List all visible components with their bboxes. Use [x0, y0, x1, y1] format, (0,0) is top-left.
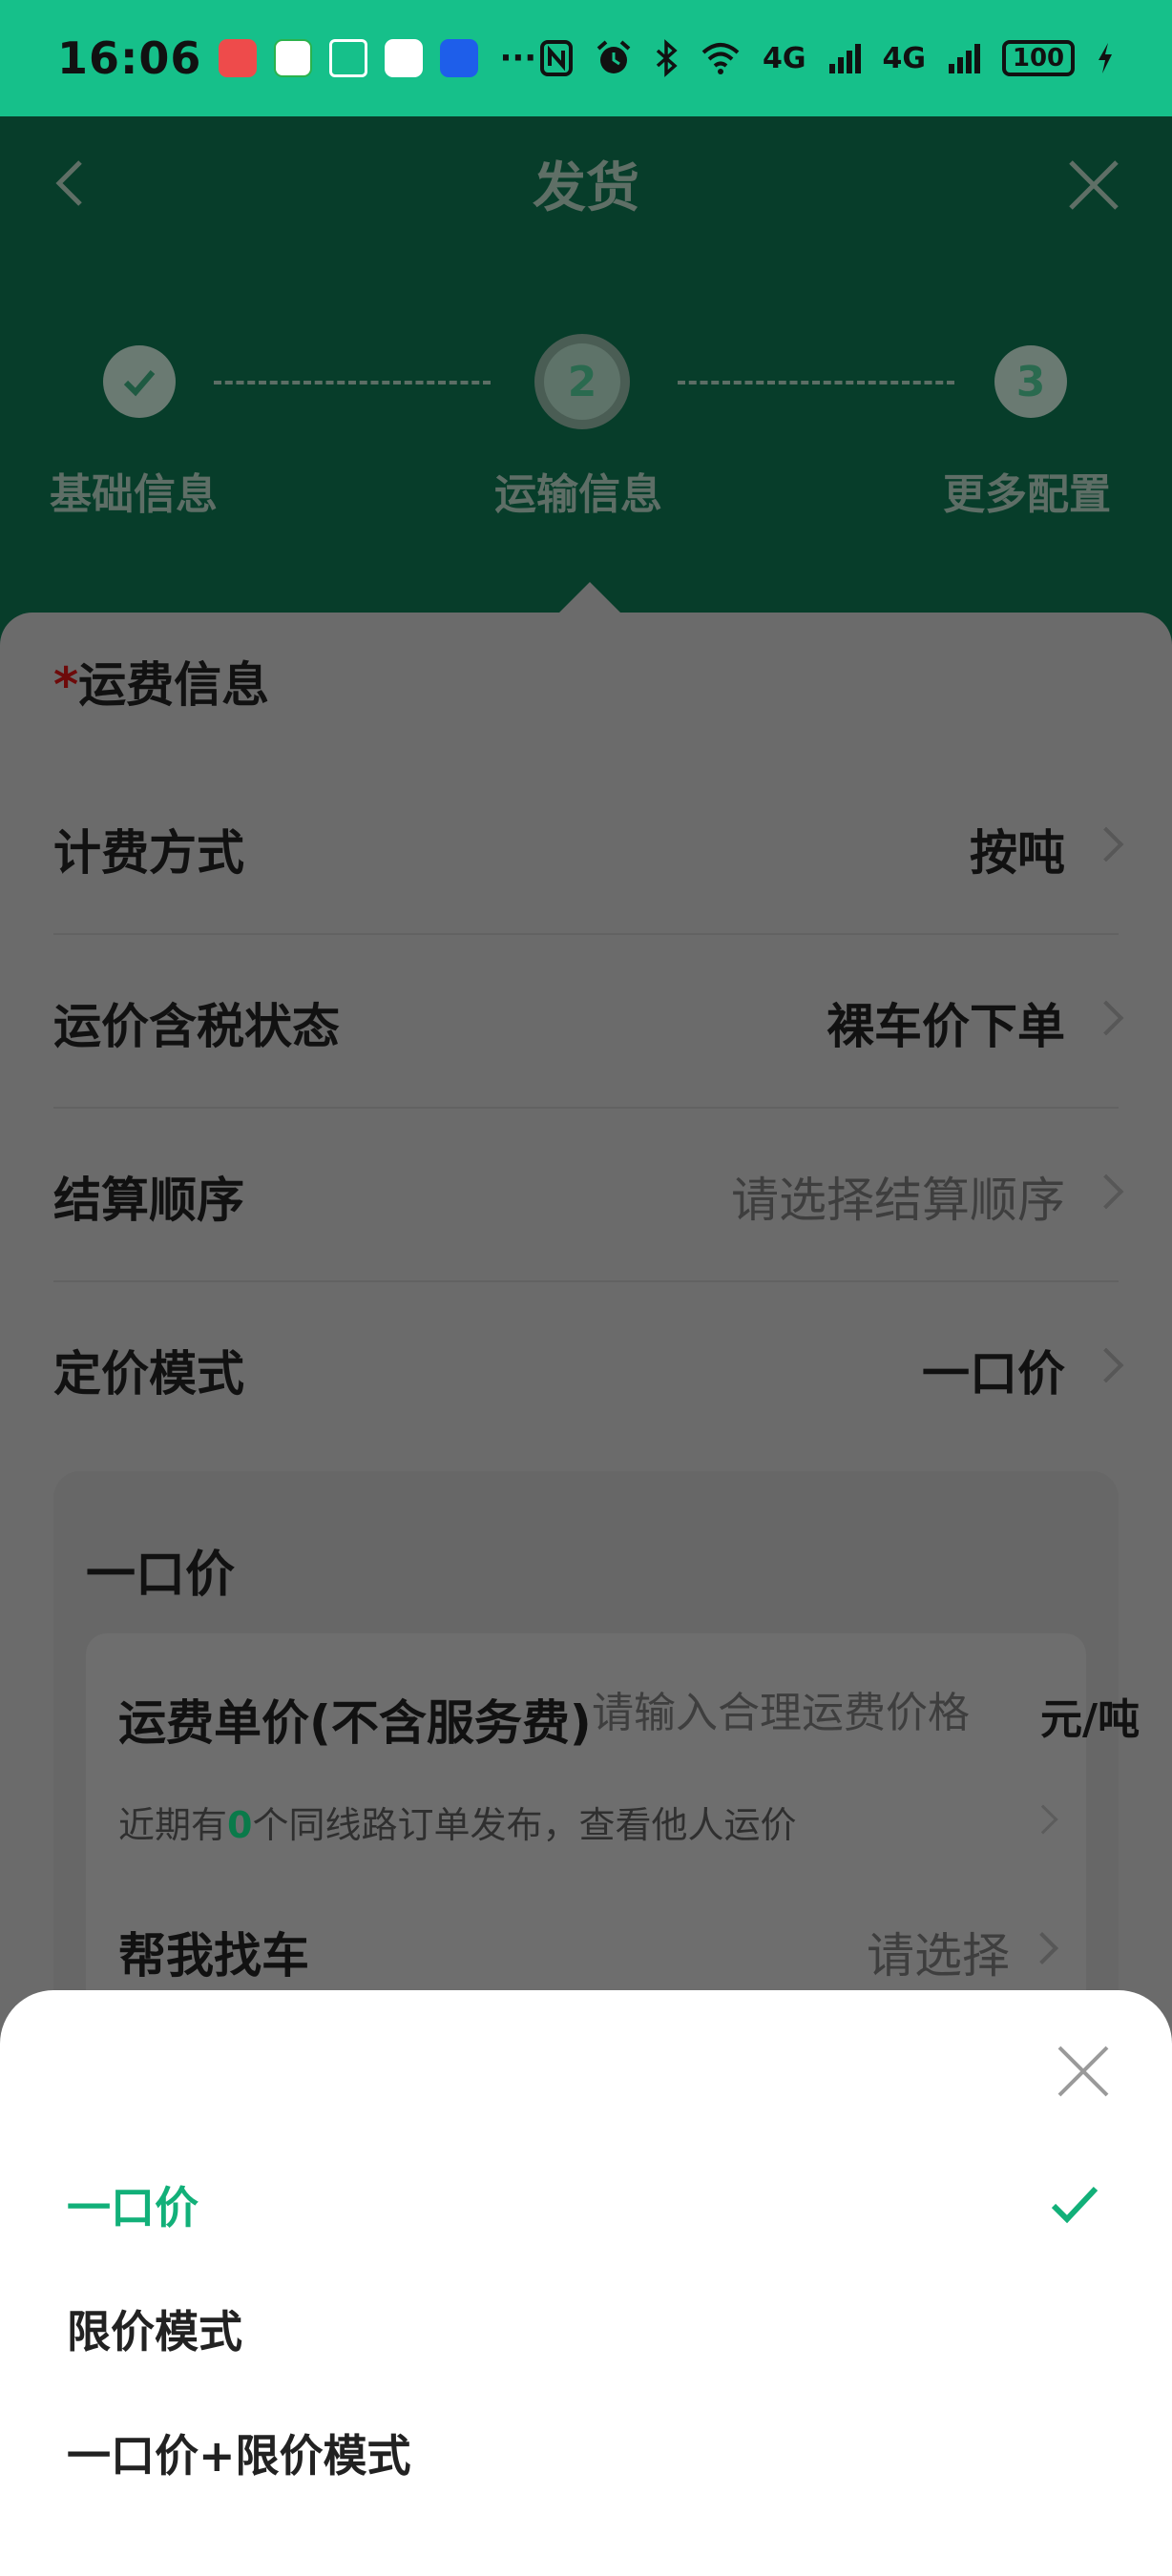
option-label: 限价模式 — [67, 2306, 242, 2358]
row-label: 运价含税状态 — [53, 999, 340, 1054]
close-icon[interactable] — [1065, 156, 1122, 214]
charging-icon — [1099, 43, 1112, 73]
hint-suffix: 个同线路订单发布，查看他人运价 — [252, 1804, 797, 1846]
step-2-active: 2 — [534, 334, 630, 429]
page-title: 发货 — [533, 157, 639, 219]
find-car-value[interactable]: 请选择 — [867, 1918, 1010, 1986]
row-label: 计费方式 — [53, 825, 244, 881]
nfc-icon — [540, 40, 573, 76]
option-label: 一口价 — [67, 2182, 199, 2233]
option-fixed-price[interactable]: 一口价 — [67, 2152, 1107, 2257]
nav-header: 发货 — [0, 116, 1172, 250]
huawei-app-icon — [219, 39, 258, 77]
wifi-icon — [701, 43, 740, 74]
price-unit: 元/吨 — [1040, 1695, 1141, 1744]
wechat-app-icon — [274, 39, 313, 77]
step-connector-2 — [678, 381, 954, 384]
bluetooth-icon — [656, 39, 678, 77]
row-tax-status[interactable]: 运价含税状态 裸车价下单 — [53, 935, 1124, 1109]
card-notch — [557, 582, 622, 614]
hint-prefix: 近期有 — [118, 1804, 228, 1846]
row-value: 按吨 — [970, 825, 1065, 881]
row-settlement-order[interactable]: 结算顺序 请选择结算顺序 — [53, 1109, 1124, 1282]
step-3-todo: 3 — [994, 345, 1067, 418]
freight-price-label: 运费单价(不含服务费) — [118, 1695, 592, 1751]
row-label: 定价模式 — [53, 1346, 244, 1402]
row-value: 一口价 — [922, 1346, 1065, 1402]
progress-stepper: 2 3 基础信息 运输信息 更多配置 — [0, 250, 1172, 613]
row-pricing-mode[interactable]: 定价模式 一口价 — [53, 1282, 1124, 1456]
chevron-right-icon — [1088, 1174, 1124, 1210]
status-right: 4G 4G 100 — [539, 39, 1115, 77]
check-icon — [1051, 2186, 1099, 2224]
option-price-limit[interactable]: 限价模式 — [67, 2276, 1107, 2381]
step-connector-1 — [214, 381, 491, 384]
ship-app-icon — [329, 39, 368, 77]
section-title: *运费信息 — [53, 647, 269, 716]
row-billing-method[interactable]: 计费方式 按吨 — [53, 761, 1124, 935]
required-mark: * — [53, 657, 79, 713]
signal-icon — [828, 44, 861, 73]
status-time: 16:06 — [57, 32, 202, 84]
step-label-basic: 基础信息 — [50, 470, 218, 519]
find-car-label: 帮我找车 — [118, 1928, 309, 1984]
signal-icon-2 — [949, 44, 980, 73]
status-bar: 16:06 ··· 4G 4G 100 — [0, 0, 1172, 116]
row-label: 结算顺序 — [53, 1173, 244, 1228]
chevron-right-icon — [1026, 1932, 1058, 1964]
network-type-1: 4G — [763, 41, 806, 75]
step-label-more: 更多配置 — [943, 470, 1111, 519]
check-icon — [123, 370, 156, 397]
chevron-right-icon — [1088, 1000, 1124, 1036]
bird-app-icon — [440, 39, 479, 77]
pricing-subcard-title: 一口价 — [86, 1547, 236, 1604]
row-value: 请选择结算顺序 — [731, 1173, 1065, 1228]
more-notifications-icon: ··· — [499, 39, 537, 77]
alarm-icon — [596, 40, 631, 73]
chevron-right-icon — [1028, 1804, 1058, 1835]
option-label: 一口价+限价模式 — [67, 2430, 411, 2482]
hint-count: 0 — [227, 1804, 253, 1846]
step-1-done — [103, 345, 176, 418]
route-price-hint[interactable]: 近期有0个同线路订单发布，查看他人运价 — [118, 1796, 796, 1848]
chevron-right-icon — [1088, 826, 1124, 862]
step-label-transport: 运输信息 — [494, 470, 662, 519]
close-icon[interactable] — [1056, 2044, 1111, 2099]
app-root: 16:06 ··· 4G 4G 100 发货 2 3 基础信息 运输信息 更多配… — [0, 0, 1172, 2576]
status-left: 16:06 ··· — [57, 32, 536, 84]
section-title-text: 运费信息 — [78, 657, 270, 713]
row-value: 裸车价下单 — [827, 999, 1065, 1054]
pricing-mode-sheet: 一口价 限价模式 一口价+限价模式 — [0, 1990, 1172, 2576]
network-type-2: 4G — [882, 41, 927, 75]
chevron-right-icon — [1088, 1347, 1124, 1383]
option-fixed-plus-limit[interactable]: 一口价+限价模式 — [67, 2400, 1107, 2505]
chat-app-icon — [385, 39, 424, 77]
battery-indicator: 100 — [1002, 40, 1075, 76]
freight-price-input[interactable] — [592, 1689, 1012, 1737]
